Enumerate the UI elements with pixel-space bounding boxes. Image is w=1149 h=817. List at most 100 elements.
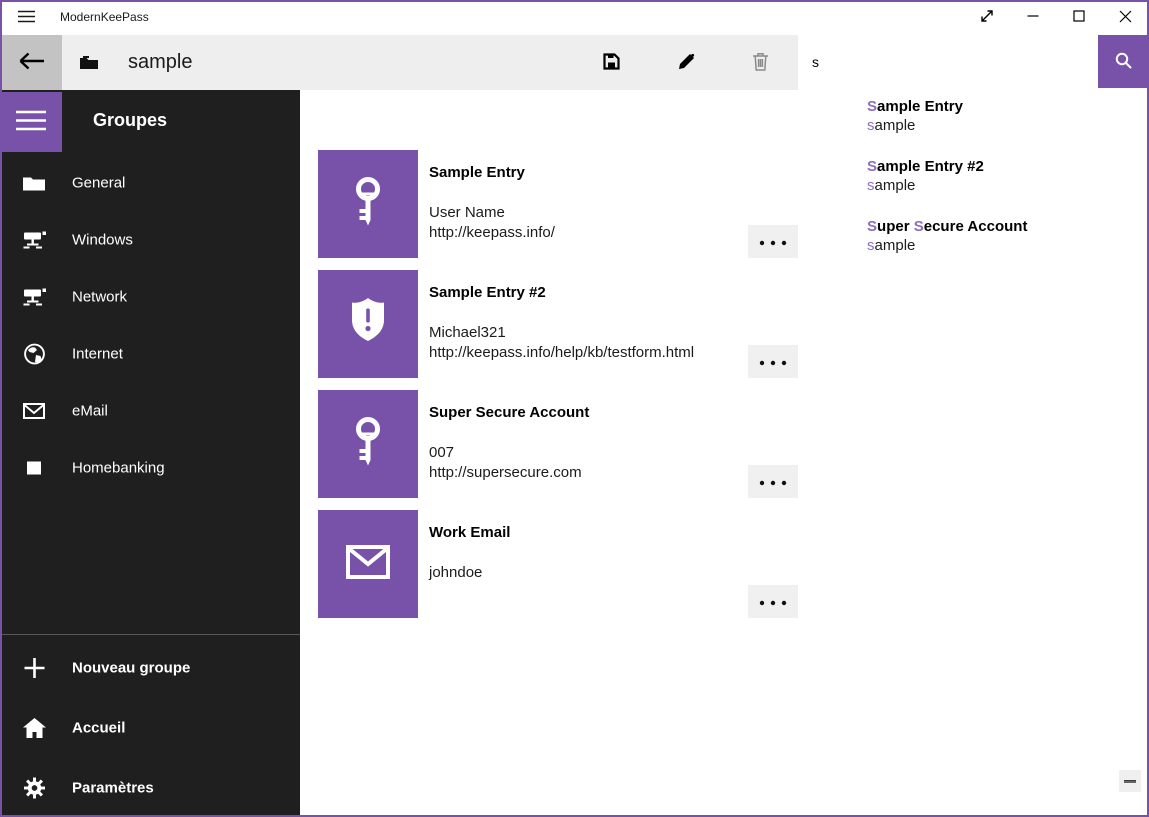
trash-icon xyxy=(752,52,769,74)
sidebar-item-label: Windows xyxy=(72,231,133,248)
search-result-subtitle: sample xyxy=(867,117,1137,134)
entry-row-work-email[interactable]: Work Email johndoe xyxy=(318,510,798,618)
ellipsis-icon xyxy=(759,474,787,489)
sidebar-item-internet[interactable]: Internet xyxy=(0,325,300,382)
sidebar-item-label: Homebanking xyxy=(72,459,165,476)
more-button[interactable] xyxy=(748,225,798,258)
network-icon xyxy=(21,288,47,305)
maximize-button[interactable] xyxy=(1056,0,1102,35)
entry-tile xyxy=(318,390,418,498)
more-button[interactable] xyxy=(748,585,798,618)
gear-icon xyxy=(21,778,47,799)
window-border xyxy=(0,0,1149,2)
sidebar-item-general[interactable]: General xyxy=(0,154,300,211)
close-button[interactable] xyxy=(1102,0,1148,35)
hamburger-icon xyxy=(16,110,46,134)
entry-row-super-secure-account[interactable]: Super Secure Account 007 http://supersec… xyxy=(318,390,798,498)
sidebar-item-label: General xyxy=(72,174,125,191)
mail-icon xyxy=(344,544,392,585)
entry-title: Sample Entry xyxy=(429,164,525,181)
search-button[interactable] xyxy=(1098,35,1149,88)
minimize-icon xyxy=(1027,10,1039,25)
database-title: sample xyxy=(128,35,192,90)
key-icon xyxy=(344,414,392,475)
fullscreen-button[interactable] xyxy=(964,0,1010,35)
folder-icon xyxy=(21,175,47,190)
globe-icon xyxy=(21,343,47,364)
search-input[interactable] xyxy=(798,35,1098,88)
zoom-out-button[interactable] xyxy=(1119,770,1141,792)
square-icon xyxy=(21,461,47,474)
database-icon xyxy=(80,56,98,74)
search-icon xyxy=(1114,51,1133,73)
sidebar-item-homebanking[interactable]: Homebanking xyxy=(0,439,300,496)
sidebar-separator xyxy=(0,634,300,635)
entry-row-sample-entry-2[interactable]: Sample Entry #2 Michael321 http://keepas… xyxy=(318,270,798,378)
hamburger-icon xyxy=(18,10,35,26)
sidebar-action-label: Accueil xyxy=(72,720,125,737)
search-result-subtitle: sample xyxy=(867,237,1137,254)
sidebar-item-label: Network xyxy=(72,288,127,305)
sidebar-action-new-group[interactable]: Nouveau groupe xyxy=(0,638,300,698)
minus-icon xyxy=(1124,780,1136,783)
sidebar-item-label: eMail xyxy=(72,402,108,419)
plus-icon xyxy=(21,658,47,679)
delete-button[interactable] xyxy=(736,35,784,90)
entry-title: Sample Entry #2 xyxy=(429,284,546,301)
sidebar-action-label: Nouveau groupe xyxy=(72,660,190,677)
entry-tile xyxy=(318,270,418,378)
window-border xyxy=(0,0,2,817)
search-result-sample-entry[interactable]: Sample Entry sample xyxy=(867,98,1137,148)
entry-title: Work Email xyxy=(429,524,510,541)
sidebar-item-network[interactable]: Network xyxy=(0,268,300,325)
save-icon xyxy=(603,53,620,73)
more-button[interactable] xyxy=(748,465,798,498)
entry-tile xyxy=(318,150,418,258)
maximize-icon xyxy=(1073,10,1085,25)
sidebar: Groupes General Windows Network Internet xyxy=(0,90,300,817)
sidebar-item-windows[interactable]: Windows xyxy=(0,211,300,268)
ellipsis-icon xyxy=(759,594,787,609)
entry-row-sample-entry[interactable]: Sample Entry User Name http://keepass.in… xyxy=(318,150,798,258)
network-icon xyxy=(21,231,47,248)
fullscreen-icon xyxy=(979,8,995,27)
home-icon xyxy=(21,718,47,738)
more-button[interactable] xyxy=(748,345,798,378)
ellipsis-icon xyxy=(759,234,787,249)
titlebar-menu-button[interactable] xyxy=(8,0,44,35)
sidebar-item-label: Internet xyxy=(72,345,123,362)
sidebar-action-settings[interactable]: Paramètres xyxy=(0,758,300,817)
minimize-button[interactable] xyxy=(1010,0,1056,35)
search-result-title: Sample Entry #2 xyxy=(867,158,1137,175)
sidebar-action-home[interactable]: Accueil xyxy=(0,698,300,758)
groups-header: Groupes xyxy=(93,110,167,131)
shield-warning-icon xyxy=(344,294,392,355)
save-button[interactable] xyxy=(587,35,635,90)
nav-toggle-button[interactable] xyxy=(0,92,62,152)
search-result-subtitle: sample xyxy=(867,177,1137,194)
pencil-icon xyxy=(678,53,695,73)
mail-icon xyxy=(21,403,47,419)
entry-username: johndoe xyxy=(429,563,482,583)
app-window: ModernKeePass xyxy=(0,0,1149,817)
sidebar-item-email[interactable]: eMail xyxy=(0,382,300,439)
entry-details: johndoe xyxy=(429,563,482,583)
search-result-sample-entry-2[interactable]: Sample Entry #2 sample xyxy=(867,158,1137,208)
sidebar-action-label: Paramètres xyxy=(72,780,154,797)
entry-url: http://keepass.info/help/kb/testform.htm… xyxy=(429,343,694,363)
ellipsis-icon xyxy=(759,354,787,369)
back-button[interactable] xyxy=(0,35,62,90)
entry-details: 007 http://supersecure.com xyxy=(429,443,582,483)
search-result-super-secure-account[interactable]: Super Secure Account sample xyxy=(867,218,1137,268)
entry-username: User Name xyxy=(429,203,555,223)
entry-details: Michael321 http://keepass.info/help/kb/t… xyxy=(429,323,694,363)
titlebar: ModernKeePass xyxy=(0,0,1149,35)
search-results-dropdown: Sample Entry sample Sample Entry #2 samp… xyxy=(798,88,1147,275)
entry-details: User Name http://keepass.info/ xyxy=(429,203,555,243)
entry-url: http://supersecure.com xyxy=(429,463,582,483)
window-title: ModernKeePass xyxy=(60,0,149,35)
close-icon xyxy=(1119,10,1132,26)
search-result-title: Super Secure Account xyxy=(867,218,1137,235)
entry-username: Michael321 xyxy=(429,323,694,343)
edit-button[interactable] xyxy=(662,35,710,90)
